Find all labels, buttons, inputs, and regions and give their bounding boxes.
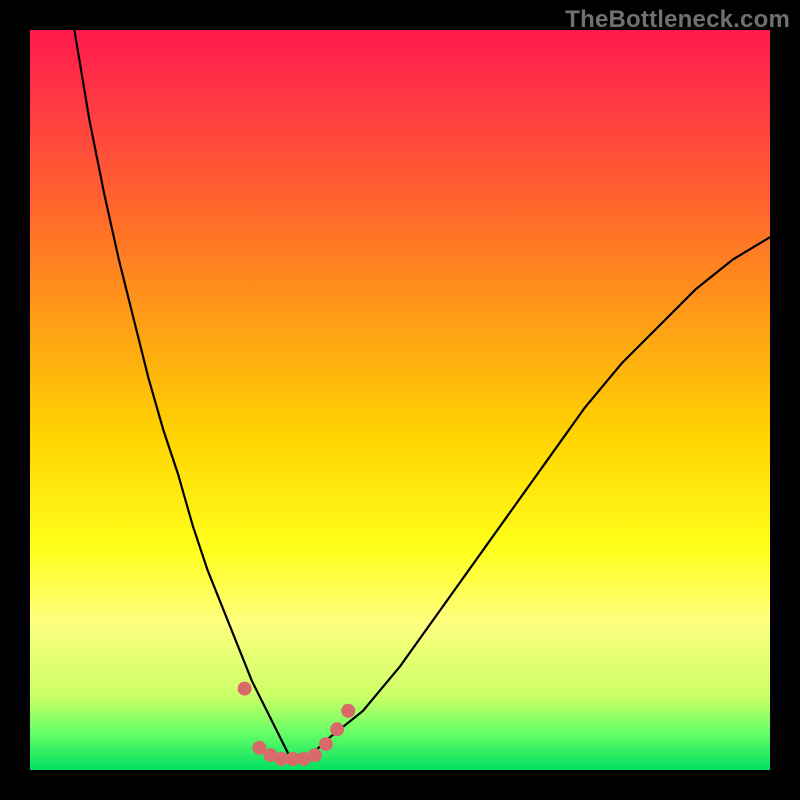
watermark-label: TheBottleneck.com: [565, 6, 790, 34]
plot-area: [30, 30, 770, 770]
marker-dot: [308, 748, 322, 762]
curve-layer: [30, 30, 770, 770]
marker-dot: [330, 722, 344, 736]
marker-dot: [341, 704, 355, 718]
annotation-dots: [238, 682, 356, 766]
chart-frame: TheBottleneck.com: [0, 0, 800, 800]
bottleneck-curve: [74, 30, 770, 755]
marker-dot: [319, 737, 333, 751]
marker-dot: [238, 682, 252, 696]
